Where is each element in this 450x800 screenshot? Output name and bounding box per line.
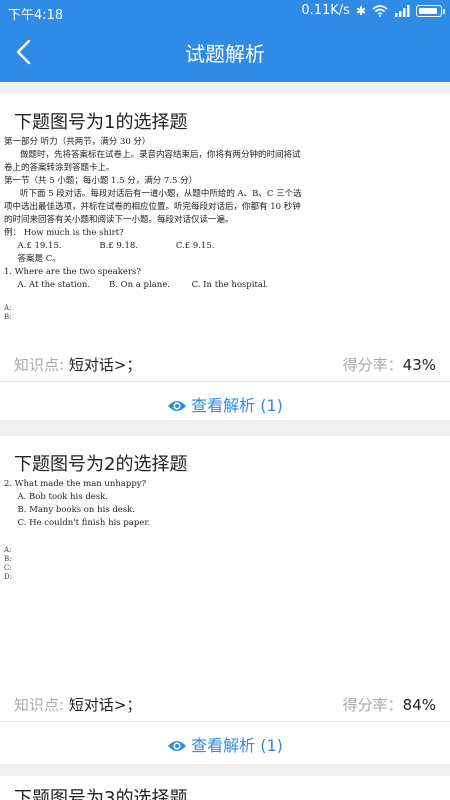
- signal-icon: [395, 4, 410, 17]
- view-analysis-button[interactable]: 查看解析 (1): [0, 732, 450, 756]
- knowledge-label: 知识点:: [14, 696, 65, 714]
- view-analysis-label: 查看解析 (1): [191, 396, 283, 415]
- score-value: 84%: [402, 696, 436, 714]
- question-meta: 知识点: 短对话>； 得分率：43%: [14, 354, 436, 375]
- divider: [0, 381, 450, 382]
- question-card-1: 下题图号为1的选择题 第一部分 听力（共两节，满分 30 分） 做题时，先将答案…: [0, 94, 450, 420]
- question-meta: 知识点: 短对话>； 得分率：84%: [14, 694, 436, 715]
- wifi-icon: [372, 4, 388, 17]
- page-title: 试题解析: [185, 42, 265, 66]
- knowledge-value: 短对话>；: [68, 696, 142, 714]
- question-card-3: 下题图号为3的选择题: [0, 776, 450, 800]
- bluetooth-icon: ✱: [355, 3, 366, 18]
- question-title: 下题图号为2的选择题: [14, 454, 188, 475]
- score-label: 得分率：: [342, 696, 403, 714]
- network-speed: 0.11K/s: [301, 3, 350, 18]
- knowledge-label: 知识点:: [14, 356, 65, 374]
- score-rate: 得分率：43%: [343, 354, 436, 375]
- status-time: 下午4:18: [8, 8, 64, 23]
- knowledge-value: 短对话>；: [68, 356, 142, 374]
- status-icons: 0.11K/s ✱: [301, 3, 445, 18]
- eye-icon: [168, 401, 187, 411]
- score-label: 得分率：: [342, 356, 403, 374]
- question-title: 下题图号为3的选择题: [14, 788, 188, 800]
- answer-options: A: B: C: D:: [4, 546, 12, 581]
- eye-icon: [168, 741, 187, 751]
- answer-options: A: B:: [4, 304, 12, 321]
- question-image: 2. What made the man unhappy? A. Bob too…: [4, 479, 151, 528]
- title-bar: 试题解析: [0, 24, 450, 82]
- question-image: 第一部分 听力（共两节，满分 30 分） 做题时，先将答案标在试卷上。录音内容结…: [4, 137, 302, 290]
- score-rate: 得分率：84%: [343, 694, 436, 715]
- view-analysis-button[interactable]: 查看解析 (1): [0, 392, 450, 416]
- divider: [0, 721, 450, 722]
- score-value: 43%: [402, 356, 436, 374]
- question-title: 下题图号为1的选择题: [14, 112, 188, 133]
- question-card-2: 下题图号为2的选择题 2. What made the man unhappy?…: [0, 436, 450, 764]
- view-analysis-label: 查看解析 (1): [191, 736, 283, 755]
- status-bar: 下午4:18 0.11K/s ✱: [0, 0, 450, 24]
- battery-icon: [416, 4, 445, 17]
